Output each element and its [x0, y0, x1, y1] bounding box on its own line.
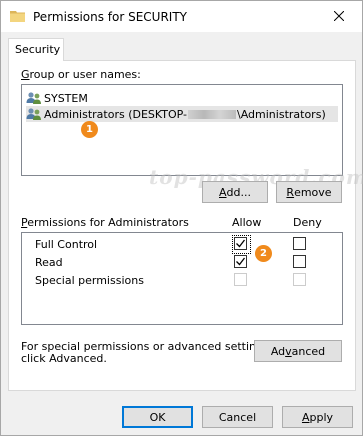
- special-allow-checkbox: [234, 273, 247, 286]
- deny-header: Deny: [293, 216, 322, 229]
- special-deny-checkbox: [293, 273, 306, 286]
- apply-button[interactable]: Apply: [282, 406, 353, 428]
- step-badge-2: 2: [255, 245, 272, 262]
- checkmark-icon: [236, 257, 245, 266]
- allow-header: Allow: [232, 216, 262, 229]
- checkmark-icon: [236, 239, 245, 248]
- permission-name: Full Control: [35, 238, 98, 251]
- ok-button[interactable]: OK: [122, 406, 193, 428]
- group-names-label: Group or user names:: [21, 68, 141, 81]
- read-allow-checkbox[interactable]: [234, 255, 247, 268]
- window-title: Permissions for SECURITY: [33, 10, 188, 24]
- users-icon: [26, 92, 41, 104]
- step-badge-1: 1: [81, 121, 98, 138]
- close-button[interactable]: [316, 1, 362, 31]
- read-deny-checkbox[interactable]: [293, 255, 306, 268]
- advanced-hint-line2: click Advanced.: [21, 352, 107, 365]
- close-icon: [334, 11, 344, 21]
- redacted-computer-name: [188, 109, 237, 119]
- title-bar: Permissions for SECURITY: [1, 1, 362, 32]
- full-control-allow-checkbox[interactable]: [232, 235, 251, 254]
- remove-button[interactable]: Remove: [276, 181, 342, 203]
- cancel-button[interactable]: Cancel: [202, 406, 273, 428]
- full-control-deny-checkbox[interactable]: [293, 237, 306, 250]
- permission-name: Special permissions: [35, 274, 144, 287]
- folder-icon: [10, 11, 25, 22]
- permissions-for-label: Permissions for Administrators: [21, 216, 189, 229]
- permissions-dialog: Permissions for SECURITY Security Group …: [0, 0, 363, 436]
- advanced-button[interactable]: Ad v anced: [254, 340, 342, 362]
- list-item-administrators[interactable]: Administrators (DESKTOP- \Administrators): [26, 106, 338, 122]
- add-button[interactable]: Add...: [202, 181, 268, 203]
- group-user-list[interactable]: SYSTEM Administrators (DESKTOP- \Administ…: [21, 84, 343, 176]
- permission-name: Read: [35, 256, 63, 269]
- tab-security[interactable]: Security: [8, 38, 64, 61]
- users-icon: [26, 108, 41, 120]
- list-item-system[interactable]: SYSTEM: [26, 90, 88, 106]
- tab-security-label: Security: [15, 43, 61, 56]
